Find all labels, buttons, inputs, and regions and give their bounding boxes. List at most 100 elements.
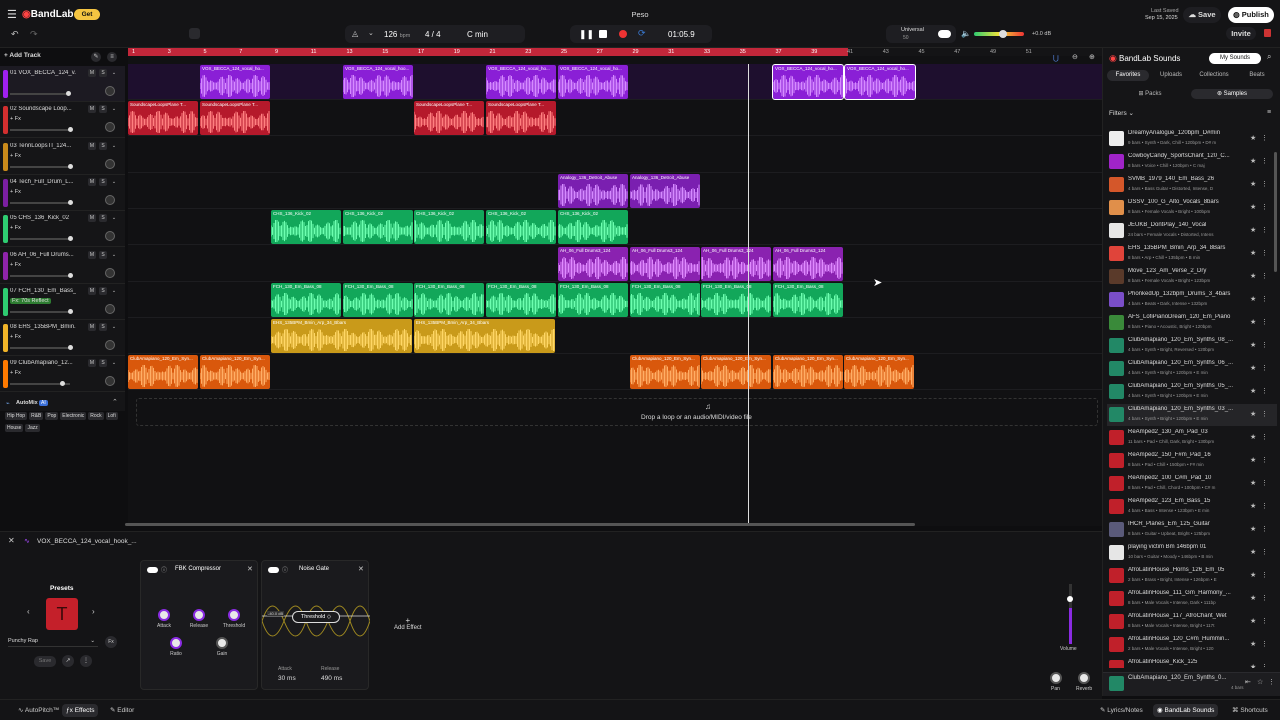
more-icon[interactable]: ⋮ (1261, 571, 1268, 579)
add-effect-button[interactable]: + Add Effect (394, 616, 422, 631)
audio-clip[interactable]: SoundscapeLoopsPlane T... (486, 101, 556, 136)
insert-icon[interactable]: ⇤ (1245, 678, 1251, 686)
drop-zone[interactable]: ♫ Drop a loop or an audio/MIDI/video fil… (136, 398, 1098, 426)
star-icon[interactable]: ★ (1250, 272, 1256, 280)
track-lane[interactable] (128, 137, 1102, 173)
mute-button[interactable]: M (88, 214, 96, 223)
add-track-button[interactable]: + Add Track (4, 52, 41, 59)
fx-toggle-icon[interactable]: Fx (105, 636, 117, 648)
more-icon[interactable]: ⋮ (1261, 456, 1268, 464)
more-icon[interactable]: ⋮ (1261, 295, 1268, 303)
audio-clip[interactable]: ClubAmapiano_120_Em_Syn... (630, 355, 700, 390)
audio-clip[interactable]: FCH_130_Em_Bass_08 (701, 282, 771, 317)
solo-button[interactable]: S (99, 141, 107, 150)
record-button[interactable] (619, 30, 627, 38)
audio-clip[interactable]: CHS_136_Kick_02 (558, 210, 628, 245)
solo-button[interactable]: S (99, 177, 107, 186)
packs-tab[interactable]: ⊞ Packs (1111, 89, 1189, 99)
bandlab-sounds-button[interactable]: ◉ BandLab Sounds (1153, 704, 1219, 717)
audio-clip[interactable]: VOX_BECCA_124_vocal_ho... (772, 64, 844, 100)
key-display[interactable]: C min (467, 30, 488, 39)
sound-item[interactable]: Move_123_Am_Verse_2_Dry 8 bars • Female … (1107, 266, 1277, 288)
track-header[interactable]: 08 EHS_135BPM_Bmin... + Fx M S ⌄ (0, 320, 125, 357)
track-volume-slider[interactable] (10, 199, 73, 205)
mute-button[interactable]: M (88, 250, 96, 259)
more-icon[interactable]: ⋮ (1261, 203, 1268, 211)
track-options-icon[interactable]: ≡ (107, 52, 117, 62)
metronome-icon[interactable]: ◬ (352, 29, 358, 38)
audio-clip[interactable]: SoundscapeLoopsPlane T... (200, 101, 270, 136)
threshold-button[interactable]: Threshold ◇ (292, 611, 340, 623)
sound-item[interactable]: ClubAmapiano_120_Em_Synths_05_... 4 bars… (1107, 381, 1277, 403)
track-lane[interactable]: ClubAmapiano_120_Em_Syn... ClubAmapiano_… (128, 354, 1102, 391)
track-volume-slider[interactable] (10, 308, 73, 314)
more-icon[interactable]: ⋮ (1261, 502, 1268, 510)
chevron-down-icon[interactable]: ⌄ (110, 287, 118, 295)
track-volume-slider[interactable] (10, 236, 73, 242)
audio-clip[interactable]: ClubAmapiano_120_Em_Syn... (701, 355, 771, 390)
audio-clip[interactable]: CHS_136_Kick_02 (486, 210, 556, 245)
star-icon[interactable]: ★ (1250, 640, 1256, 648)
sounds-tab[interactable]: Collections (1193, 70, 1235, 81)
more-icon[interactable]: ⋮ (80, 655, 92, 667)
track-header[interactable]: 01 VOX_BECCA_124_v... M S ⌄ (0, 66, 125, 102)
genre-tag[interactable]: Rock (88, 412, 104, 420)
my-sounds-button[interactable]: My Sounds (1209, 53, 1261, 64)
lyrics-button[interactable]: ✎ Lyrics/Notes (1096, 704, 1147, 717)
gate-toggle[interactable] (268, 567, 279, 573)
audio-clip[interactable]: EHS_135BPM_Bmin_Arp_34_Bbars (414, 319, 555, 354)
track-name[interactable]: 08 EHS_135BPM_Bmin... (10, 324, 76, 330)
audio-clip[interactable]: VOX_BECCA_124_vocal_ho... (486, 65, 556, 99)
more-icon[interactable]: ⋮ (1261, 640, 1268, 648)
sound-item[interactable]: JEUKB_DontPlay_140_Vocal 24 bars • Femal… (1107, 220, 1277, 242)
chevron-down-icon[interactable]: ⌄ (110, 323, 118, 331)
info-icon[interactable]: ⓘ (282, 565, 288, 574)
audio-clip[interactable]: ClubAmapiano_120_Em_Syn... (773, 355, 843, 390)
track-name[interactable]: 05 CHS_136_Kick_02 (10, 215, 76, 221)
attack-knob[interactable] (158, 609, 170, 621)
sound-item[interactable]: CowboyCandy_SportsChant_120_C... 8 bars … (1107, 151, 1277, 173)
sound-item[interactable]: AFS_LofiPianoDream_120_Em_Piano 8 bars •… (1107, 312, 1277, 334)
sound-item[interactable]: ReAmped2_100_C#m_Pad_10 8 bars • Pad • C… (1107, 473, 1277, 495)
sound-item[interactable]: AfroLatinHouse_Kick_125 ★ ⋮ (1107, 657, 1277, 668)
mute-button[interactable]: M (88, 69, 96, 77)
track-lane[interactable]: CHS_136_Kick_02 CHS_136_Kick_02 CHS_136_… (128, 209, 1102, 246)
audio-clip[interactable]: FCH_130_Em_Bass_08 (630, 282, 700, 317)
track-volume-slider[interactable] (10, 91, 71, 96)
star-icon[interactable]: ★ (1250, 548, 1256, 556)
track-lane[interactable]: EHS_135BPM_Bmin_Arp_34_Bbars EHS_135BPM_… (128, 318, 1102, 355)
timeline-ruler[interactable]: 1 3 5 7 9 11 13 15 17 19 21 23 25 27 29 31 33 35 37 39 41 43 4… (128, 48, 1102, 56)
sound-item[interactable]: AfroLatinHouse_120_C#m_Hummin... 2 bars … (1107, 634, 1277, 656)
star-icon[interactable]: ★ (1250, 134, 1256, 142)
solo-button[interactable]: S (99, 323, 107, 332)
audio-clip[interactable]: SoundscapeLoopsPlane T... (128, 101, 198, 136)
audio-clip[interactable]: FCH_130_Em_Bass_08 (773, 282, 843, 317)
release-knob[interactable] (193, 609, 205, 621)
more-icon[interactable]: ⋮ (1261, 134, 1268, 142)
track-header[interactable]: 07 FCH_130_Em_Bass_... Fx: 70s Reflect M… (0, 284, 125, 320)
track-name[interactable]: 09 ClubAmapiano_12... (10, 360, 76, 366)
more-icon[interactable]: ⋮ (1261, 157, 1268, 165)
sound-item[interactable]: AfroLatinHouse_117_AfroChant_Wet 8 bars … (1107, 611, 1277, 633)
samples-tab[interactable]: ⊛ Samples (1191, 89, 1273, 99)
track-pan-knob[interactable] (105, 340, 115, 351)
more-icon[interactable]: ⋮ (1261, 433, 1268, 441)
threshold-knob[interactable] (228, 609, 240, 621)
star-icon[interactable]: ★ (1250, 502, 1256, 510)
sound-item[interactable]: playing victim Bm 146bpm 01 10 bars • Gu… (1107, 542, 1277, 564)
track-pan-knob[interactable] (105, 376, 115, 387)
volume-meter[interactable] (1069, 584, 1072, 644)
audio-clip[interactable]: VOX_BECCA_124_vocal_ho... (558, 65, 628, 99)
audio-clip[interactable]: AH_06_Full Drums3_124 (558, 246, 628, 281)
star-icon[interactable]: ★ (1250, 663, 1256, 668)
audio-clip[interactable]: Analogy_136_Detroit_Abuse (630, 173, 700, 208)
editor-button[interactable]: ✎ Editor (106, 704, 138, 717)
sounds-scrollbar[interactable] (1274, 152, 1277, 272)
genre-tag[interactable]: Jazz (25, 424, 40, 432)
audio-clip[interactable]: AH_06_Full Drums3_124 (630, 246, 700, 281)
audio-clip[interactable]: EHS_135BPM_Bmin_Arp_34_Bbars (271, 319, 412, 354)
track-volume-slider[interactable] (10, 127, 73, 133)
audio-clip[interactable]: CHS_136_Kick_02 (343, 210, 413, 245)
sound-item[interactable]: EHS_135BPM_Bmin_Arp_34_8Bars 8 bars • Ar… (1107, 243, 1277, 265)
more-icon[interactable]: ⋮ (1261, 364, 1268, 372)
